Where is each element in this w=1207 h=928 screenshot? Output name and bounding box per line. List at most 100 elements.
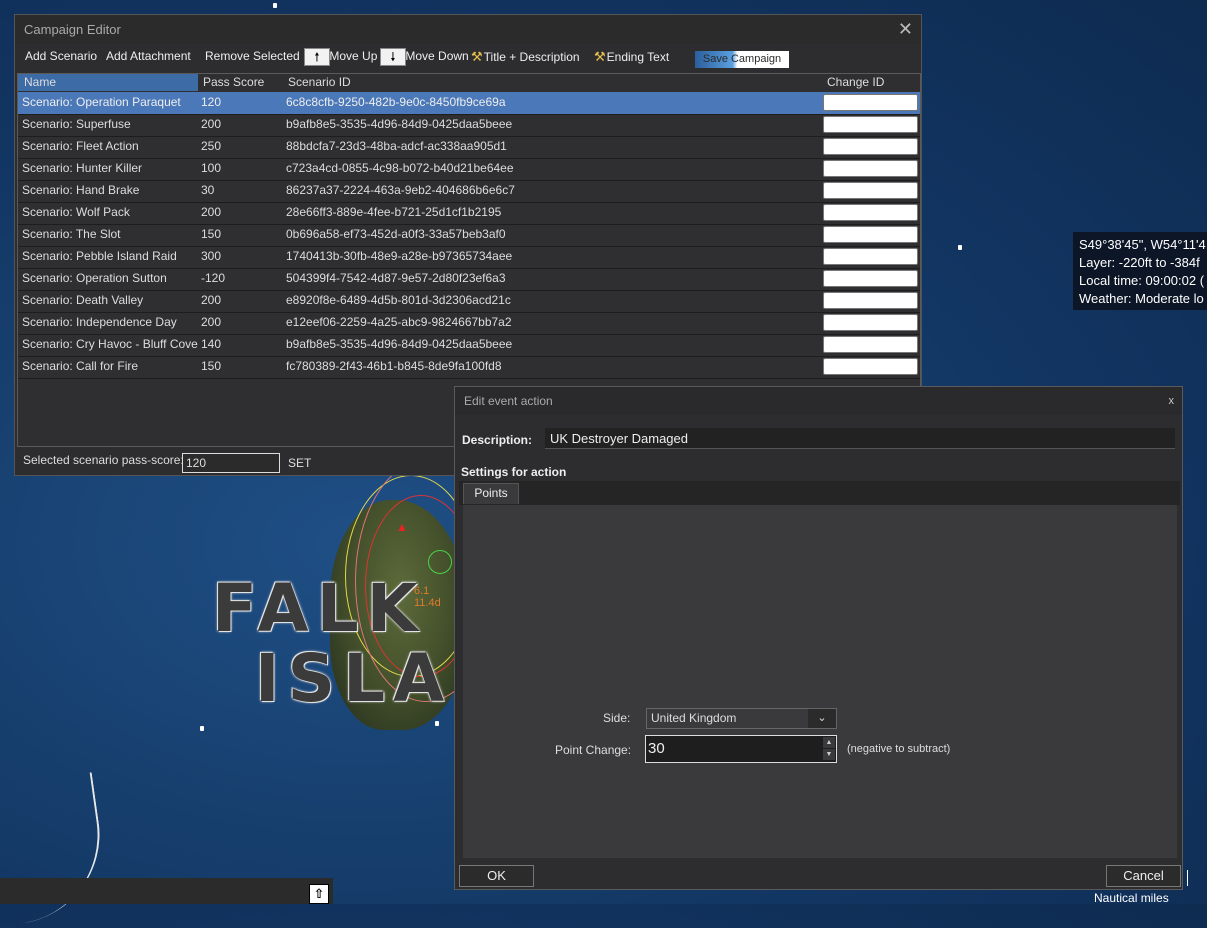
change-id-input[interactable] — [823, 160, 918, 177]
cell-pass-score: 120 — [201, 95, 222, 109]
edit-event-titlebar[interactable]: Edit event action x — [455, 387, 1182, 415]
table-row[interactable]: Scenario: Hunter Killer 100 c723a4cd-0855-… — [18, 158, 920, 181]
set-button[interactable]: SET — [288, 456, 311, 470]
change-id-input[interactable] — [823, 226, 918, 243]
scale-label: Nautical miles — [1094, 891, 1169, 905]
table-row[interactable]: Scenario: The Slot 150 0b696a58-ef73-452d-… — [18, 224, 920, 247]
map-waypoint-icon[interactable] — [958, 245, 962, 250]
move-down-button[interactable]: 🠗 Move Down — [380, 48, 469, 66]
bottom-panel — [0, 878, 333, 904]
cell-pass-score: 140 — [201, 337, 222, 351]
move-up-button[interactable]: 🠕 Move Up — [304, 48, 377, 66]
arrow-up-icon: 🠕 — [304, 48, 330, 66]
change-id-input[interactable] — [823, 358, 918, 375]
tools-icon: ⚒ — [471, 49, 483, 64]
table-row[interactable]: Scenario: Cry Havoc - Bluff Cove 140 b9afb… — [18, 334, 920, 357]
change-id-input[interactable] — [823, 138, 918, 155]
map-waypoint-icon[interactable] — [200, 726, 204, 731]
cell-name: Scenario: Superfuse — [22, 117, 131, 131]
change-id-input[interactable] — [823, 116, 918, 133]
table-row[interactable]: Scenario: Call for Fire 150 fc780389-2f43-… — [18, 356, 920, 379]
cell-scenario-id: e8920f8e-6489-4d5b-801d-3d2306acd21c — [286, 293, 511, 307]
move-up-label: Move Up — [329, 49, 378, 64]
table-row[interactable]: Scenario: Independence Day 200 e12eef06-22… — [18, 312, 920, 335]
pass-score-input[interactable]: 120 — [182, 453, 280, 473]
change-id-input[interactable] — [823, 182, 918, 199]
close-icon[interactable]: ✕ — [898, 15, 913, 44]
close-icon[interactable]: x — [1169, 387, 1175, 415]
map-waypoint-icon[interactable] — [435, 721, 439, 726]
cell-scenario-id: b9afb8e5-3535-4d96-84d9-0425daa5beee — [286, 117, 513, 131]
remove-selected-button[interactable]: Remove Selected — [205, 49, 300, 63]
map-shoreline — [0, 772, 112, 928]
cell-name: Scenario: Cry Havoc - Bluff Cove — [22, 337, 198, 351]
column-header-name[interactable]: Name — [18, 74, 198, 91]
map-info-box: S49°38'45", W54°11'4 Layer: -220ft to -3… — [1073, 232, 1207, 310]
point-change-label: Point Change: — [555, 743, 632, 757]
move-down-label: Move Down — [405, 49, 469, 64]
column-header-pass-score[interactable]: Pass Score — [203, 74, 264, 91]
cell-pass-score: 200 — [201, 117, 222, 131]
description-input[interactable]: UK Destroyer Damaged — [545, 428, 1175, 449]
scale-bar — [1187, 870, 1188, 886]
info-local-time: Local time: 09:00:02 ( — [1079, 273, 1205, 288]
settings-label: Settings for action — [461, 465, 567, 479]
ok-button[interactable]: OK — [459, 865, 534, 887]
table-row[interactable]: Scenario: Hand Brake 30 86237a37-2224-463a… — [18, 180, 920, 203]
point-change-stepper[interactable]: 30 ▲ ▼ — [645, 735, 837, 763]
table-row[interactable]: Scenario: Superfuse 200 b9afb8e5-3535-4d96… — [18, 114, 920, 137]
cell-name: Scenario: Call for Fire — [22, 359, 139, 373]
unit-marker-icon[interactable]: ▲ — [396, 520, 408, 534]
ending-text-button[interactable]: ⚒Ending Text — [594, 49, 669, 65]
side-select[interactable]: United Kingdom ⌄ — [646, 708, 837, 729]
point-change-value: 30 — [648, 740, 665, 757]
table-row[interactable]: Scenario: Operation Sutton -120 504399f4-7… — [18, 268, 920, 291]
change-id-input[interactable] — [823, 336, 918, 353]
add-scenario-button[interactable]: Add Scenario — [25, 49, 97, 63]
window-title: Edit event action — [464, 394, 553, 408]
cell-scenario-id: c723a4cd-0855-4c98-b072-b40d21be64ee — [286, 161, 514, 175]
table-row[interactable]: Scenario: Operation Paraquet 120 6c8c8cfb-… — [18, 92, 920, 115]
table-row[interactable]: Scenario: Pebble Island Raid 300 1740413b-… — [18, 246, 920, 269]
cell-name: Scenario: Wolf Pack — [22, 205, 130, 219]
side-value: United Kingdom — [651, 711, 737, 725]
unit-cluster-icon[interactable] — [428, 550, 452, 574]
campaign-editor-titlebar[interactable]: Campaign Editor ✕ — [15, 15, 921, 44]
add-attachment-button[interactable]: Add Attachment — [106, 49, 191, 63]
tab-strip: Points — [459, 481, 1180, 505]
cell-name: Scenario: Hunter Killer — [22, 161, 143, 175]
change-id-input[interactable] — [823, 248, 918, 265]
cell-pass-score: -120 — [201, 271, 226, 285]
table-row[interactable]: Scenario: Wolf Pack 200 28e66ff3-889e-4fee… — [18, 202, 920, 225]
tab-points[interactable]: Points — [463, 483, 519, 504]
ending-text-label: Ending Text — [606, 50, 670, 64]
spin-up-icon[interactable]: ▲ — [823, 737, 835, 748]
table-row[interactable]: Scenario: Death Valley 200 e8920f8e-6489-4… — [18, 290, 920, 313]
cell-name: Scenario: Operation Sutton — [22, 271, 167, 285]
change-id-input[interactable] — [823, 292, 918, 309]
spin-down-icon[interactable]: ▼ — [823, 749, 835, 760]
title-description-button[interactable]: ⚒Title + Description — [471, 49, 580, 65]
column-header-scenario-id[interactable]: Scenario ID — [288, 74, 351, 91]
cell-pass-score: 200 — [201, 315, 222, 329]
change-id-input[interactable] — [823, 270, 918, 287]
save-campaign-button[interactable]: Save Campaign — [695, 51, 789, 68]
change-id-input[interactable] — [823, 204, 918, 221]
info-weather: Weather: Moderate lo — [1079, 291, 1204, 306]
table-row[interactable]: Scenario: Fleet Action 250 88bdcfa7-23d3-4… — [18, 136, 920, 159]
cell-pass-score: 100 — [201, 161, 222, 175]
map-label-line1: FALK — [212, 570, 426, 647]
point-change-hint: (negative to subtract) — [847, 743, 951, 755]
side-label: Side: — [603, 711, 631, 725]
cell-name: Scenario: Independence Day — [22, 315, 177, 329]
chevron-down-icon[interactable]: ⌄ — [808, 709, 836, 728]
cancel-button[interactable]: Cancel — [1106, 865, 1181, 887]
arrow-up-icon[interactable]: ⇧ — [309, 884, 329, 904]
arrow-down-icon: 🠗 — [380, 48, 406, 66]
change-id-input[interactable] — [823, 314, 918, 331]
map-waypoint-icon[interactable] — [273, 3, 277, 8]
column-header-change-id[interactable]: Change ID — [827, 74, 884, 91]
change-id-input[interactable] — [823, 94, 918, 111]
cell-name: Scenario: Pebble Island Raid — [22, 249, 177, 263]
points-panel: Side: United Kingdom ⌄ Point Change: 30 … — [463, 505, 1177, 858]
